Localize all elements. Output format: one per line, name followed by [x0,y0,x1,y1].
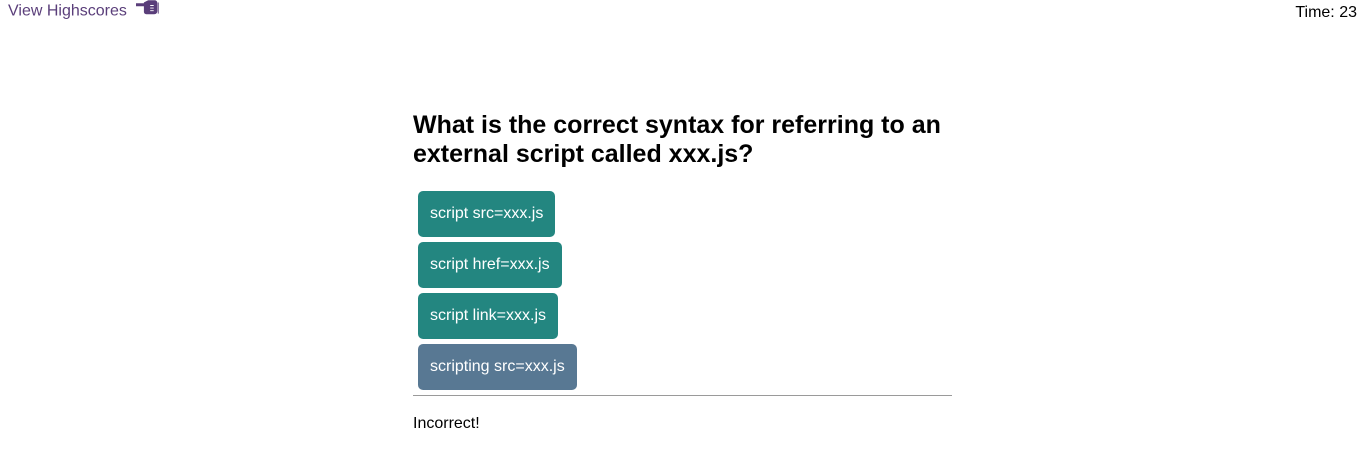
header: View Highscores Time: 23 [0,0,1366,24]
view-highscores-label: View Highscores [8,2,127,20]
pointing-hand-icon [135,0,160,22]
timer: Time: 23 [1295,4,1357,21]
quiz-card: What is the correct syntax for referring… [413,111,953,434]
answer-feedback: Incorrect! [413,415,480,432]
feedback-divider [413,395,952,396]
answer-button-2[interactable]: script href=xxx.js [418,242,562,288]
answer-button-1[interactable]: script src=xxx.js [418,191,556,237]
answer-choices: script src=xxx.js script href=xxx.js scr… [418,191,953,390]
question-title: What is the correct syntax for referring… [413,111,941,168]
answer-button-4-selected[interactable]: scripting src=xxx.js [418,344,577,390]
answer-button-3[interactable]: script link=xxx.js [418,293,559,339]
view-highscores-link[interactable]: View Highscores [8,0,160,22]
